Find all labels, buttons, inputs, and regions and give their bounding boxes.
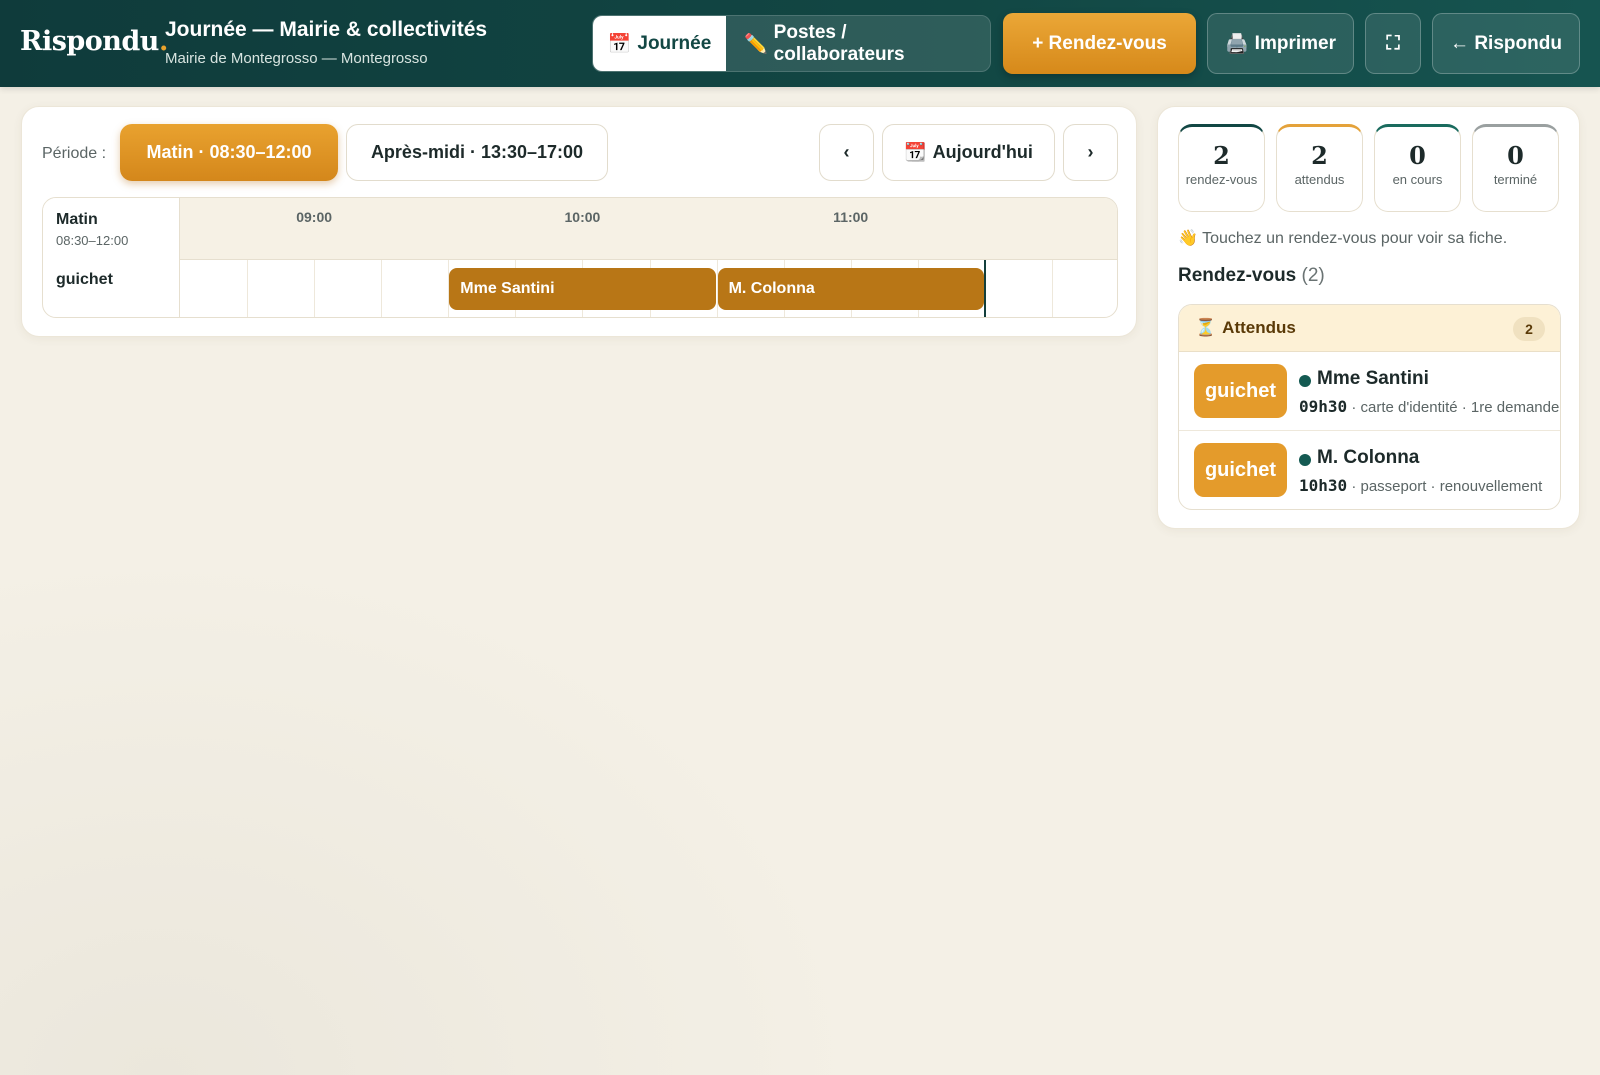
timeline: Matin 08:30–12:00 09:00 10:00 11:00 guiche…: [42, 197, 1118, 318]
fullscreen-button[interactable]: ⛶: [1365, 13, 1421, 74]
person-name: Mme Santini: [1317, 368, 1429, 389]
tab-label: Postes / collaborateurs: [773, 21, 905, 65]
page-title: Journée — Mairie & collectivités: [165, 18, 488, 41]
calendar-icon: 📅: [607, 33, 632, 55]
tab-postes[interactable]: ✏️ Postes / collaborateurs: [726, 16, 990, 71]
hint-text: 👋 Touchez un rendez-vous pour voir sa fi…: [1178, 230, 1508, 247]
stat-card[interactable]: 0 en cours: [1374, 124, 1461, 212]
appointments-list-title: Rendez-vous (2): [1178, 265, 1325, 286]
stat-label: attendus: [1294, 172, 1345, 187]
today-button[interactable]: 📆 Aujourd'hui: [882, 124, 1055, 181]
group-label: Attendus: [1222, 318, 1296, 337]
hourglass-icon: ⏳: [1195, 318, 1217, 337]
stat-value: 0: [1409, 141, 1426, 170]
stat-label: en cours: [1392, 172, 1443, 187]
printer-icon: 🖨️: [1225, 33, 1249, 55]
hour-label: 09:00: [296, 209, 333, 225]
tab-journee[interactable]: 📅 Journée: [593, 16, 726, 71]
tab-label: Journée: [637, 32, 712, 54]
next-day-button[interactable]: ›: [1063, 124, 1118, 181]
group-header[interactable]: ⏳ Attendus 2: [1179, 305, 1560, 352]
summary-card: 👋 Touchez un rendez-vous pour voir sa fi…: [1157, 106, 1580, 529]
resource-tag: guichet: [1194, 364, 1287, 418]
new-appointment-button[interactable]: + Rendez-vous: [1003, 13, 1196, 74]
brand-logo[interactable]: Rispondu.: [20, 26, 168, 57]
period-afternoon-button[interactable]: Après-midi · 13:30–17:00: [346, 124, 608, 181]
stat-label: rendez-vous: [1185, 172, 1258, 187]
timeline-row: guichet Mme Santini M. Colonna: [43, 260, 1117, 317]
row-label-guichet: guichet: [43, 260, 180, 317]
calendar-icon: 📆: [904, 142, 927, 162]
view-tabs: 📅 Journée ✏️ Postes / collaborateurs: [592, 15, 991, 72]
header-titles: Journée — Mairie & collectivités Mairie …: [165, 18, 487, 67]
status-dot-icon: [1299, 454, 1311, 466]
grid-line: [1051, 260, 1053, 317]
back-to-rispondu-button[interactable]: ← Rispondu: [1432, 13, 1580, 74]
appointment-block[interactable]: M. Colonna: [717, 268, 984, 310]
print-button[interactable]: 🖨️ Imprimer: [1207, 13, 1354, 74]
appointments-group-attendus: ⏳ Attendus 2 guichet Mme Santini 09h30 ·…: [1178, 304, 1561, 510]
stat-card[interactable]: 2 attendus: [1276, 124, 1363, 212]
stat-value: 2: [1311, 141, 1328, 170]
resource-tag: guichet: [1194, 443, 1287, 497]
appointment-meta: 10h30 · passeport · renouvellement: [1299, 476, 1543, 495]
grid-line: [381, 260, 383, 317]
person-name: M. Colonna: [1317, 447, 1420, 468]
pencil-icon: ✏️: [744, 33, 768, 55]
stat-card[interactable]: 0 terminé: [1472, 124, 1559, 212]
hour-label: 11:00: [833, 209, 869, 225]
planning-card: Période : Matin · 08:30–12:00 Après-midi…: [21, 106, 1137, 337]
top-bar: Rispondu. Journée — Mairie & collectivit…: [0, 0, 1600, 87]
appointment-block[interactable]: Mme Santini: [449, 268, 716, 310]
current-time-line: [983, 260, 986, 317]
stat-value: 2: [1213, 141, 1230, 170]
timeline-header: Matin 08:30–12:00 09:00 10:00 11:00: [43, 198, 1117, 260]
grid-line: [247, 260, 249, 317]
stat-card[interactable]: 2 rendez-vous: [1178, 124, 1265, 212]
previous-day-button[interactable]: ‹: [819, 124, 874, 181]
page-subtitle: Mairie de Montegrosso — Montegrosso: [165, 50, 428, 67]
list-item[interactable]: guichet Mme Santini 09h30 · carte d'iden…: [1179, 352, 1560, 431]
timeline-period: Matin 08:30–12:00: [43, 198, 180, 260]
period-label: Période :: [42, 145, 107, 162]
appointment-meta: 09h30 · carte d'identité · 1re demande: [1299, 397, 1560, 416]
fullscreen-icon: ⛶: [1386, 32, 1400, 54]
status-dot-icon: [1299, 375, 1311, 387]
grid-line: [314, 260, 316, 317]
hour-label: 10:00: [564, 209, 601, 225]
group-count-badge: 2: [1513, 317, 1545, 341]
stat-label: terminé: [1493, 172, 1538, 187]
list-item[interactable]: guichet M. Colonna 10h30 · passeport · r…: [1179, 431, 1560, 509]
period-morning-button[interactable]: Matin · 08:30–12:00: [120, 124, 338, 181]
stat-value: 0: [1507, 141, 1524, 170]
